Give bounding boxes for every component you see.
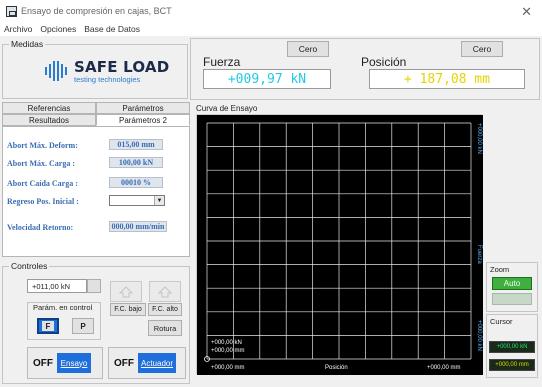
p-control-button[interactable]: P <box>72 318 94 334</box>
f-control-button[interactable]: F <box>37 318 59 334</box>
abort-caida-carga-field[interactable]: 00010 % <box>109 177 163 188</box>
rotura-button[interactable]: Rotura <box>148 320 182 336</box>
cursor-label: Cursor <box>490 317 513 326</box>
x-right-label: +000,00 mm <box>427 365 461 371</box>
posicion-label: Posición <box>361 55 407 69</box>
up-arrow-button-1[interactable] <box>110 281 142 302</box>
safe-load-logo: SAFE LOAD testing technologies <box>43 58 169 84</box>
posicion-cero-button[interactable]: Cero <box>461 41 503 57</box>
cursor-force-value: +000,00 kN <box>489 341 535 353</box>
corner-force-label: +000,00 kN <box>211 340 242 346</box>
tab-parametros[interactable]: Parámetros <box>96 102 190 114</box>
controles-label: Controles <box>9 261 50 271</box>
app-icon <box>6 5 17 17</box>
cursor-position-value: +000,00 mm <box>489 359 535 371</box>
chart-background <box>197 115 483 375</box>
up-arrow-icon <box>119 285 133 297</box>
chevron-down-icon[interactable]: ▼ <box>154 196 164 205</box>
chart-frame: +000,00 kN Fuerza +000,00 kN +000,00 kN … <box>196 114 483 375</box>
abort-max-deform-field[interactable]: 015,00 mm <box>109 139 163 150</box>
fuerza-label: Fuerza <box>203 55 241 69</box>
corner-position-label: +000,00 mm <box>211 348 245 354</box>
x-axis-name: Posición <box>325 365 348 371</box>
fuerza-cero-button[interactable]: Cero <box>287 41 329 57</box>
medidas-label: Medidas <box>9 39 46 49</box>
actuador-label: Actuador <box>138 353 176 373</box>
x-left-label: +000,00 mm <box>211 365 245 371</box>
title-bar: Ensayo de compresión en cajas, BCT ✕ <box>0 0 542 22</box>
velocidad-retorno-label: Velocidad Retorno: <box>7 223 74 232</box>
menu-opciones[interactable]: Opciones <box>40 24 76 34</box>
cursor-group: Cursor +000,00 kN +000,00 mm <box>486 314 538 378</box>
f-control-label: F <box>42 321 54 331</box>
setpoint-field[interactable]: +011,00 kN <box>27 279 87 293</box>
abort-max-carga-field[interactable]: 100,00 kN <box>109 157 163 168</box>
close-icon[interactable]: ✕ <box>521 4 532 20</box>
regreso-pos-inicial-select[interactable]: ▼ <box>109 195 165 206</box>
abort-max-carga-label: Abort Máx. Carga : <box>7 159 75 168</box>
y-axis-name: Fuerza <box>476 245 482 264</box>
zoom-secondary-button[interactable] <box>492 293 532 305</box>
up-arrow-button-2[interactable] <box>149 281 181 302</box>
zoom-group: Zoom Auto <box>486 262 538 312</box>
y-bottom-label: +000,00 kN <box>476 320 482 351</box>
logo-mark-icon <box>43 59 69 83</box>
ensayo-label: Ensayo <box>57 353 91 373</box>
tab-resultados[interactable]: Resultados <box>2 114 96 126</box>
parametros-2-panel: Abort Máx. Deform: 015,00 mm Abort Máx. … <box>2 126 190 257</box>
abort-max-deform-label: Abort Máx. Deform: <box>7 141 78 150</box>
actuador-off-label: OFF <box>114 357 134 369</box>
setpoint-spin-button[interactable] <box>87 279 101 293</box>
tab-parametros-2[interactable]: Parámetros 2 <box>96 114 190 126</box>
posicion-display: + 187,08 mm <box>369 69 525 89</box>
param-control-label: Parám. en control <box>33 303 93 312</box>
fc-bajo-button[interactable]: F.C. bajo <box>110 303 146 316</box>
fc-alto-button[interactable]: F.C. alto <box>148 303 182 316</box>
logo-title: SAFE LOAD <box>74 58 170 76</box>
app-window: Ensayo de compresión en cajas, BCT ✕ Arc… <box>0 0 542 387</box>
regreso-pos-inicial-label: Regreso Pos. Inicial : <box>7 197 79 206</box>
zoom-auto-button[interactable]: Auto <box>492 277 532 290</box>
fuerza-display: +009,97 kN <box>203 69 331 89</box>
menu-archivo[interactable]: Archivo <box>4 24 32 34</box>
logo-subtitle: testing technologies <box>74 75 141 84</box>
window-title: Ensayo de compresión en cajas, BCT <box>21 6 172 16</box>
ensayo-toggle[interactable]: OFF Ensayo <box>27 347 103 379</box>
abort-caida-carga-label: Abort Caída Carga : <box>7 179 78 188</box>
medidas-group: Medidas SAFE LOAD testing technologies <box>2 39 188 99</box>
actuador-toggle[interactable]: OFF Actuador <box>108 347 186 379</box>
menu-bar: Archivo Opciones Base de Datos <box>0 22 542 36</box>
measurements-panel: Fuerza Cero +009,97 kN Posición Cero + 1… <box>190 38 540 100</box>
tab-referencias[interactable]: Referencias <box>2 102 96 114</box>
menu-base-de-datos[interactable]: Base de Datos <box>84 24 140 34</box>
up-arrow-icon <box>158 285 172 297</box>
velocidad-retorno-field[interactable]: 000,00 mm/min <box>109 221 167 232</box>
curva-ensayo-chart: +000,00 kN Fuerza +000,00 kN +000,00 kN … <box>197 115 483 375</box>
ensayo-off-label: OFF <box>33 357 53 369</box>
zoom-label: Zoom <box>490 265 510 274</box>
y-top-label: +000,00 kN <box>476 123 482 154</box>
chart-title: Curva de Ensayo <box>196 104 258 113</box>
param-tabs: Referencias Parámetros Resultados Paráme… <box>2 102 190 126</box>
